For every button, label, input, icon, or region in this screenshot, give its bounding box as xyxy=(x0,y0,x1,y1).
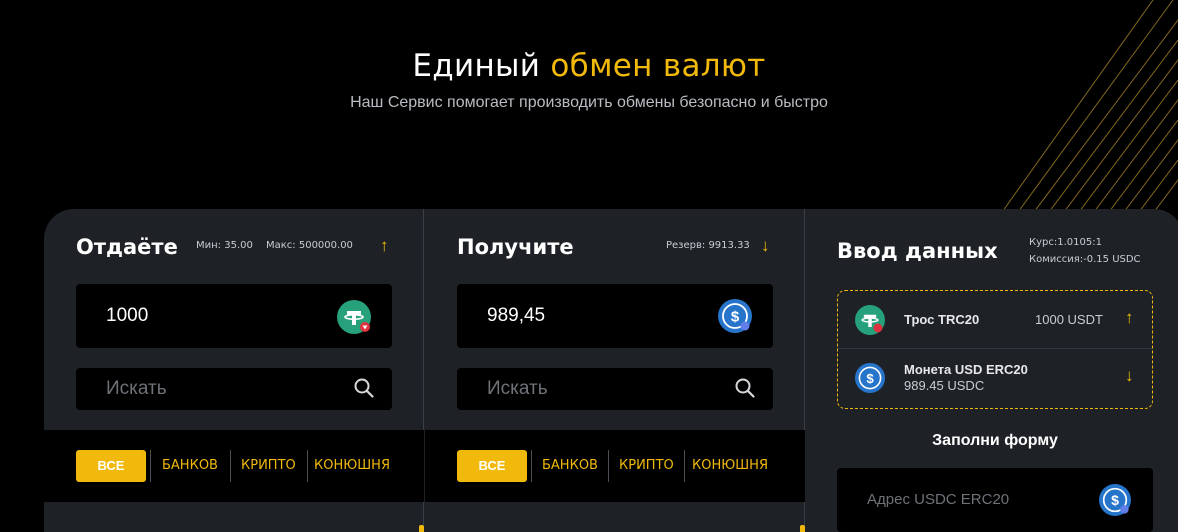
arrow-up-icon: ↑ xyxy=(1125,308,1134,327)
receive-amount-value[interactable]: 989,45 xyxy=(487,305,545,327)
usdc-icon: $ xyxy=(718,299,752,333)
sort-down-icon[interactable]: ↓ xyxy=(761,236,770,256)
receive-amount-field[interactable]: 989,45 $ xyxy=(457,284,773,348)
search-icon[interactable] xyxy=(735,378,755,398)
scroll-indicator xyxy=(419,525,424,532)
summary-to-row: $ Монета USD ERC20 989.45 USDC ↓ xyxy=(838,350,1152,408)
receive-search-placeholder: Искать xyxy=(487,378,548,399)
sort-up-icon[interactable]: ↑ xyxy=(380,236,389,256)
commission: Комиссия:-0.15 USDC xyxy=(1029,254,1141,265)
give-min: Мин: 35.00 xyxy=(196,240,253,251)
data-entry-column: Ввод данных Курс:1.0105:1 Комиссия:-0.15… xyxy=(806,209,1178,532)
usdc-icon: $ xyxy=(855,363,885,393)
give-amount-value[interactable]: 1000 xyxy=(106,305,148,327)
svg-text:$: $ xyxy=(866,371,874,386)
exchange-panel: Отдаёте Мин: 35.00 Макс: 500000.00 ↑ 100… xyxy=(44,209,1178,532)
page-subtitle: Наш Сервис помогает производить обмены б… xyxy=(350,94,828,111)
divider xyxy=(608,450,609,482)
svg-text:$: $ xyxy=(1111,492,1119,508)
receive-filter-bar: ВСЕ БАНКОВ КРИПТО КОНЮШНЯ xyxy=(425,430,805,502)
filter-crypto-tab[interactable]: КРИПТО xyxy=(619,450,674,482)
data-entry-title: Ввод данных xyxy=(837,239,998,263)
title-main: Единый xyxy=(412,48,551,84)
filter-all-button[interactable]: ВСЕ xyxy=(457,450,527,482)
divider xyxy=(531,450,532,482)
receive-column: Получите Резерв: 9913.33 ↓ 989,45 $ Иска… xyxy=(425,209,805,532)
give-max: Макс: 500000.00 xyxy=(266,240,353,251)
title-accent: обмен валют xyxy=(550,48,766,84)
form-title: Заполни форму xyxy=(932,432,1058,449)
give-title: Отдаёте xyxy=(76,235,178,259)
summary-from-row: Трос TRC20 1000 USDT ↑ xyxy=(838,291,1152,349)
give-column: Отдаёте Мин: 35.00 Макс: 500000.00 ↑ 100… xyxy=(44,209,424,532)
filter-banks-tab[interactable]: БАНКОВ xyxy=(542,450,598,482)
rate-info: Курс:1.0105:1 Комиссия:-0.15 USDC xyxy=(1029,234,1141,268)
give-search-input[interactable]: Искать xyxy=(76,368,392,410)
from-amount: 1000 USDT xyxy=(1035,312,1103,327)
page-title: Единый обмен валют xyxy=(0,48,1178,84)
divider xyxy=(230,450,231,482)
to-amount: 989.45 USDC xyxy=(904,378,985,393)
usdc-icon: $ xyxy=(1099,484,1131,516)
scroll-indicator xyxy=(800,525,805,532)
give-search-placeholder: Искать xyxy=(106,378,167,399)
filter-all-button[interactable]: ВСЕ xyxy=(76,450,146,482)
give-filter-bar: ВСЕ БАНКОВ КРИПТО КОНЮШНЯ xyxy=(44,430,424,502)
divider xyxy=(684,450,685,482)
divider xyxy=(307,450,308,482)
to-currency-name: Монета USD ERC20 xyxy=(904,362,1028,377)
filter-banks-tab[interactable]: БАНКОВ xyxy=(162,450,218,482)
filter-crypto-tab[interactable]: КРИПТО xyxy=(241,450,296,482)
receive-title: Получите xyxy=(457,235,574,259)
svg-text:$: $ xyxy=(731,309,740,326)
arrow-down-icon: ↓ xyxy=(1125,366,1134,385)
exchange-rate: Курс:1.0105:1 xyxy=(1029,237,1102,248)
filter-stable-tab[interactable]: КОНЮШНЯ xyxy=(692,450,768,482)
receive-reserve: Резерв: 9913.33 xyxy=(666,240,750,251)
search-icon[interactable] xyxy=(354,378,374,398)
receive-search-input[interactable]: Искать xyxy=(457,368,773,410)
exchange-summary: Трос TRC20 1000 USDT ↑ $ Монета USD ERC2… xyxy=(837,290,1153,409)
filter-stable-tab[interactable]: КОНЮШНЯ xyxy=(314,450,390,482)
tether-icon xyxy=(337,300,371,334)
address-input[interactable]: Адрес USDC ERC20 $ xyxy=(837,468,1153,532)
divider xyxy=(150,450,151,482)
tether-icon xyxy=(855,305,885,335)
address-placeholder: Адрес USDC ERC20 xyxy=(867,491,1010,508)
give-amount-field[interactable]: 1000 xyxy=(76,284,392,348)
from-currency-name: Трос TRC20 xyxy=(904,312,980,327)
